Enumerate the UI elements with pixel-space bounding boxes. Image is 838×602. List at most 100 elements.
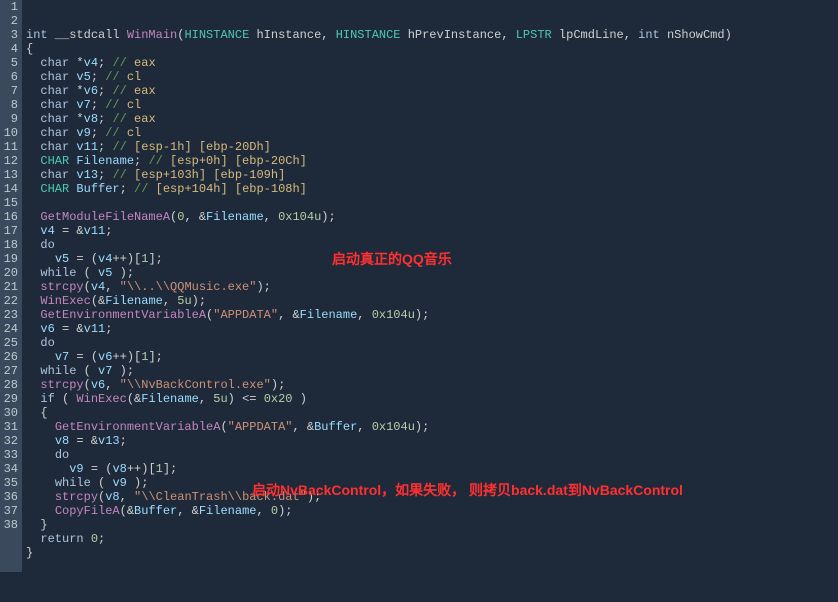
token-op xyxy=(26,490,55,504)
token-var: v4 xyxy=(91,280,105,294)
token-op: , xyxy=(199,392,213,406)
token-kw: int xyxy=(638,28,660,42)
code-line[interactable]: CopyFileA(&Buffer, &Filename, 0); xyxy=(26,504,838,518)
token-cmt: // xyxy=(105,98,127,112)
token-op xyxy=(26,294,40,308)
token-kw: char xyxy=(40,70,69,84)
token-op xyxy=(26,280,40,294)
code-line[interactable]: int __stdcall WinMain(HINSTANCE hInstanc… xyxy=(26,28,838,42)
token-mem: eax xyxy=(134,56,156,70)
token-op: , & xyxy=(177,504,199,518)
token-kw: char xyxy=(40,126,69,140)
token-var: v11 xyxy=(76,140,98,154)
line-number: 1 xyxy=(0,0,18,14)
token-var: Buffer xyxy=(314,420,357,434)
code-line[interactable]: char v7; // cl xyxy=(26,98,838,112)
token-mem: [esp-1h] [ebp-20Dh] xyxy=(134,140,271,154)
token-func: WinExec xyxy=(40,294,90,308)
token-op xyxy=(26,252,55,266)
token-op: } xyxy=(26,546,33,560)
token-op xyxy=(26,420,55,434)
token-var: v5 xyxy=(76,70,90,84)
token-kw: char xyxy=(40,140,69,154)
code-line[interactable]: v9 = (v8++)[1]; xyxy=(26,462,838,476)
token-var: v7 xyxy=(76,98,90,112)
token-op xyxy=(26,224,40,238)
token-var: v5 xyxy=(55,252,69,266)
line-number: 10 xyxy=(0,126,18,140)
token-var: v9 xyxy=(112,476,126,490)
token-var: v8 xyxy=(55,434,69,448)
code-line[interactable]: strcpy(v4, "\\..\\QQMusic.exe"); xyxy=(26,280,838,294)
code-line[interactable]: GetEnvironmentVariableA("APPDATA", &File… xyxy=(26,308,838,322)
code-line[interactable]: WinExec(&Filename, 5u); xyxy=(26,294,838,308)
code-line[interactable]: { xyxy=(26,42,838,56)
line-number: 30 xyxy=(0,406,18,420)
line-number: 14 xyxy=(0,182,18,196)
code-line[interactable]: { xyxy=(26,406,838,420)
code-line[interactable]: char v13; // [esp+103h] [ebp-109h] xyxy=(26,168,838,182)
token-op: ; xyxy=(91,98,105,112)
token-op xyxy=(26,462,69,476)
token-op: , & xyxy=(292,420,314,434)
token-op: ); xyxy=(192,294,206,308)
token-mem: [esp+104h] [ebp-108h] xyxy=(156,182,307,196)
annotation-1: 启动真正的QQ音乐 xyxy=(332,252,452,266)
code-line[interactable]: } xyxy=(26,518,838,532)
line-number: 7 xyxy=(0,84,18,98)
token-op: ; xyxy=(120,434,127,448)
code-line[interactable]: char *v6; // eax xyxy=(26,84,838,98)
code-line[interactable]: v4 = &v11; xyxy=(26,224,838,238)
token-op: ); xyxy=(112,364,134,378)
line-number: 8 xyxy=(0,98,18,112)
token-op: ]; xyxy=(163,462,177,476)
token-var: v8 xyxy=(84,112,98,126)
token-op xyxy=(26,266,40,280)
line-number: 24 xyxy=(0,322,18,336)
token-kw: do xyxy=(40,238,54,252)
code-line[interactable]: return 0; xyxy=(26,532,838,546)
code-line[interactable]: v6 = &v11; xyxy=(26,322,838,336)
token-str: "\\NvBackControl.exe" xyxy=(120,378,271,392)
code-line[interactable]: CHAR Buffer; // [esp+104h] [ebp-108h] xyxy=(26,182,838,196)
line-number: 2 xyxy=(0,14,18,28)
token-func: GetModuleFileNameA xyxy=(40,210,170,224)
code-line[interactable]: do xyxy=(26,336,838,350)
line-number: 16 xyxy=(0,210,18,224)
code-line[interactable] xyxy=(26,196,838,210)
line-number: 11 xyxy=(0,140,18,154)
code-line[interactable]: } xyxy=(26,546,838,560)
token-kw: do xyxy=(55,448,69,462)
code-line[interactable]: char v11; // [esp-1h] [ebp-20Dh] xyxy=(26,140,838,154)
token-op: (& xyxy=(91,294,105,308)
token-op: ; xyxy=(98,112,112,126)
code-line[interactable]: GetEnvironmentVariableA("APPDATA", &Buff… xyxy=(26,420,838,434)
code-line[interactable]: CHAR Filename; // [esp+0h] [ebp-20Ch] xyxy=(26,154,838,168)
token-op: ; xyxy=(91,126,105,140)
token-op xyxy=(26,308,40,322)
code-line[interactable]: strcpy(v6, "\\NvBackControl.exe"); xyxy=(26,378,838,392)
token-num: 0x104u xyxy=(372,308,415,322)
code-line[interactable]: v8 = &v13; xyxy=(26,434,838,448)
code-line[interactable]: do xyxy=(26,238,838,252)
code-line[interactable]: char v5; // cl xyxy=(26,70,838,84)
token-op: ; xyxy=(105,224,112,238)
token-var: v8 xyxy=(105,490,119,504)
code-line[interactable]: do xyxy=(26,448,838,462)
code-line[interactable]: char v9; // cl xyxy=(26,126,838,140)
code-line[interactable]: GetModuleFileNameA(0, &Filename, 0x104u)… xyxy=(26,210,838,224)
code-line[interactable]: if ( WinExec(&Filename, 5u) <= 0x20 ) xyxy=(26,392,838,406)
code-line[interactable]: v7 = (v6++)[1]; xyxy=(26,350,838,364)
token-kw: char xyxy=(40,112,69,126)
token-num: 0 xyxy=(91,532,98,546)
code-line[interactable]: while ( v7 ); xyxy=(26,364,838,378)
token-op xyxy=(26,238,40,252)
token-func: CopyFileA xyxy=(55,504,120,518)
code-line[interactable]: while ( v5 ); xyxy=(26,266,838,280)
token-cmt: // xyxy=(134,182,156,196)
token-kw: char xyxy=(40,56,69,70)
line-number: 23 xyxy=(0,308,18,322)
code-line[interactable]: char *v8; // eax xyxy=(26,112,838,126)
line-number: 29 xyxy=(0,392,18,406)
code-line[interactable]: char *v4; // eax xyxy=(26,56,838,70)
